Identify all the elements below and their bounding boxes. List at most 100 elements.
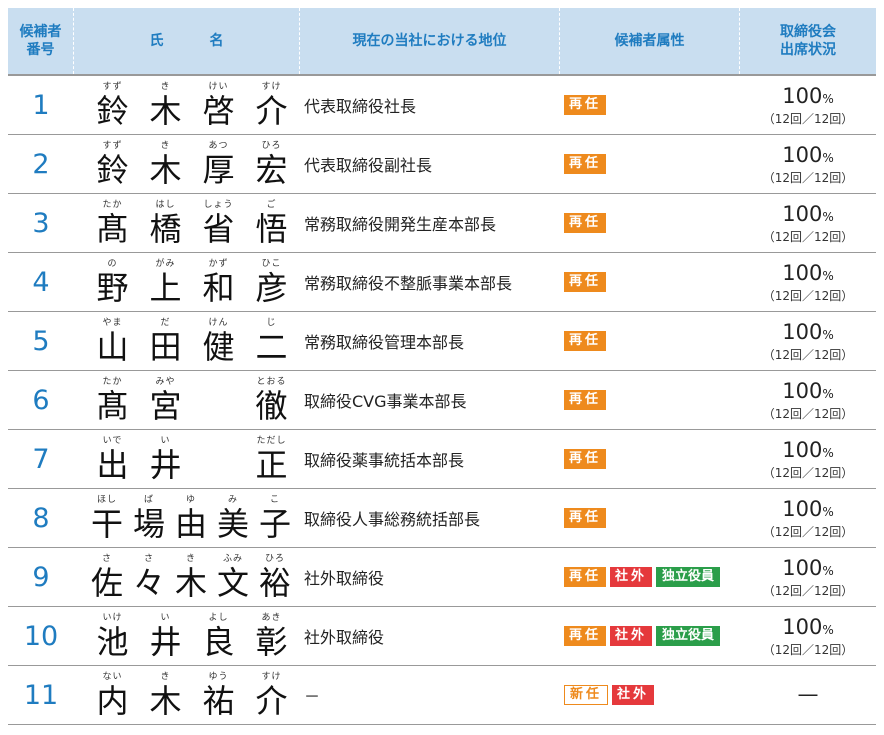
name-character: しょう省 — [192, 198, 245, 248]
furigana: の — [107, 259, 118, 269]
furigana: かず — [208, 259, 229, 269]
name-character: たか髙 — [86, 375, 139, 425]
kanji: 宏 — [255, 151, 288, 189]
attendance-percent-value: 100 — [782, 496, 823, 521]
furigana: とおる — [256, 377, 287, 387]
name-character: すず鈴 — [86, 139, 139, 189]
kanji: 宮 — [149, 387, 182, 425]
name-character — [192, 375, 245, 425]
attribute-badge: 再任 — [564, 331, 607, 351]
name-character: さ佐 — [86, 552, 128, 602]
kanji: 介 — [255, 92, 288, 130]
attendance-percent-value: 100 — [782, 201, 823, 226]
attendance-count: （12回／12回） — [762, 406, 854, 421]
attendance-count: （12回／12回） — [762, 524, 854, 539]
kanji: 木 — [149, 151, 182, 189]
attendance-percent-value: 100 — [782, 555, 823, 580]
name-character: さ々 — [128, 552, 170, 602]
attendance-status: 100% （12回／12回） — [740, 253, 876, 311]
name-character: いで出 — [86, 434, 139, 484]
candidate-attributes: 再任 社外 独立役員 — [560, 607, 740, 665]
kanji: 山 — [96, 328, 129, 366]
attendance-percent-value: 100 — [782, 614, 823, 639]
furigana: けん — [208, 318, 229, 328]
current-position: 社外取締役 — [304, 628, 385, 647]
attribute-badge: 新任 — [564, 685, 609, 705]
kanji: 良 — [202, 623, 235, 661]
header-no-text: 候補者 番号 — [19, 24, 62, 58]
attendance-percent: 100% — [782, 615, 834, 642]
table-row: 1 すず鈴き木けい啓すけ介代表取締役社長 再任 100% （12回／12回） — [8, 76, 876, 135]
attendance-count: （12回／12回） — [762, 583, 854, 598]
furigana: すず — [102, 141, 123, 151]
kanji: 由 — [174, 505, 207, 543]
kanji: 佐 — [90, 564, 123, 602]
candidate-number: 6 — [32, 384, 50, 416]
name-character: ただし正 — [245, 434, 298, 484]
kanji: 省 — [202, 210, 235, 248]
kanji: 木 — [149, 682, 182, 720]
table-header: 候補者 番号 氏 名 現在の当社における地位 候補者属性 取締役会 出席状況 — [8, 8, 876, 76]
attribute-badge: 社外 — [610, 626, 653, 646]
candidate-number: 4 — [32, 266, 50, 298]
name-character: ご悟 — [245, 198, 298, 248]
header-candidate-number: 候補者 番号 — [8, 8, 74, 74]
attendance-count: （12回／12回） — [762, 347, 854, 362]
attribute-badge: 再任 — [564, 626, 607, 646]
kanji: 悟 — [255, 210, 288, 248]
attendance-count: （12回／12回） — [762, 111, 854, 126]
kanji: 健 — [202, 328, 235, 366]
name-character: ば場 — [128, 493, 170, 543]
attendance-percent-unit: % — [822, 445, 834, 460]
kanji: 上 — [149, 269, 182, 307]
attendance-percent-unit: % — [822, 504, 834, 519]
current-position: 常務取締役不整脈事業本部長 — [304, 274, 513, 293]
kanji: 内 — [96, 682, 129, 720]
kanji: 髙 — [96, 387, 129, 425]
furigana: い — [160, 436, 171, 446]
furigana: すけ — [261, 672, 282, 682]
furigana: い — [160, 613, 171, 623]
furigana: たか — [102, 200, 123, 210]
furigana: あき — [261, 613, 282, 623]
attendance-percent-unit: % — [822, 150, 834, 165]
attendance-percent-value: 100 — [782, 437, 823, 462]
furigana: ゆう — [208, 672, 229, 682]
candidate-name: ない内き木ゆう祐すけ介 — [74, 666, 300, 724]
kanji: 美 — [216, 505, 249, 543]
furigana: すず — [102, 82, 123, 92]
kanji: 裕 — [258, 564, 291, 602]
name-character: い井 — [139, 434, 192, 484]
candidate-name: すず鈴き木けい啓すけ介 — [74, 76, 300, 134]
table-row: 3 たか髙はし橋しょう省ご悟常務取締役開発生産本部長 再任 100% （12回／12回） — [8, 194, 876, 253]
candidate-name: やま山だ田けん健じ二 — [74, 312, 300, 370]
candidate-attributes: 再任 社外 独立役員 — [560, 548, 740, 606]
name-character: き木 — [139, 139, 192, 189]
attendance-percent-value: 100 — [782, 142, 823, 167]
candidate-table: 候補者 番号 氏 名 現在の当社における地位 候補者属性 取締役会 出席状況 1… — [8, 8, 876, 725]
name-character: すず鈴 — [86, 80, 139, 130]
name-character: たか髙 — [86, 198, 139, 248]
attribute-badge: 再任 — [564, 95, 607, 115]
attendance-percent: 100% — [782, 84, 834, 111]
furigana: ただし — [256, 436, 287, 446]
furigana: き — [160, 672, 171, 682]
candidate-name: たか髙みや宮とおる徹 — [74, 371, 300, 429]
kanji: 鈴 — [96, 92, 129, 130]
header-name-2: 名 — [209, 33, 224, 49]
furigana: あつ — [208, 141, 229, 151]
kanji: 田 — [149, 328, 182, 366]
furigana: さ — [143, 554, 154, 564]
table-row: 10 いけ池い井よし良あき彰社外取締役 再任 社外 独立役員 100% （12回／12回） — [8, 607, 876, 666]
kanji: 野 — [96, 269, 129, 307]
furigana: いけ — [102, 613, 123, 623]
name-character: かず和 — [192, 257, 245, 307]
name-character: あつ厚 — [192, 139, 245, 189]
attribute-badge: 再任 — [564, 508, 607, 528]
furigana: こ — [269, 495, 280, 505]
furigana: き — [160, 82, 171, 92]
furigana: いで — [102, 436, 123, 446]
attendance-status: — — [740, 666, 876, 724]
candidate-name: いけ池い井よし良あき彰 — [74, 607, 300, 665]
header-attendance: 取締役会 出席状況 — [740, 8, 876, 74]
